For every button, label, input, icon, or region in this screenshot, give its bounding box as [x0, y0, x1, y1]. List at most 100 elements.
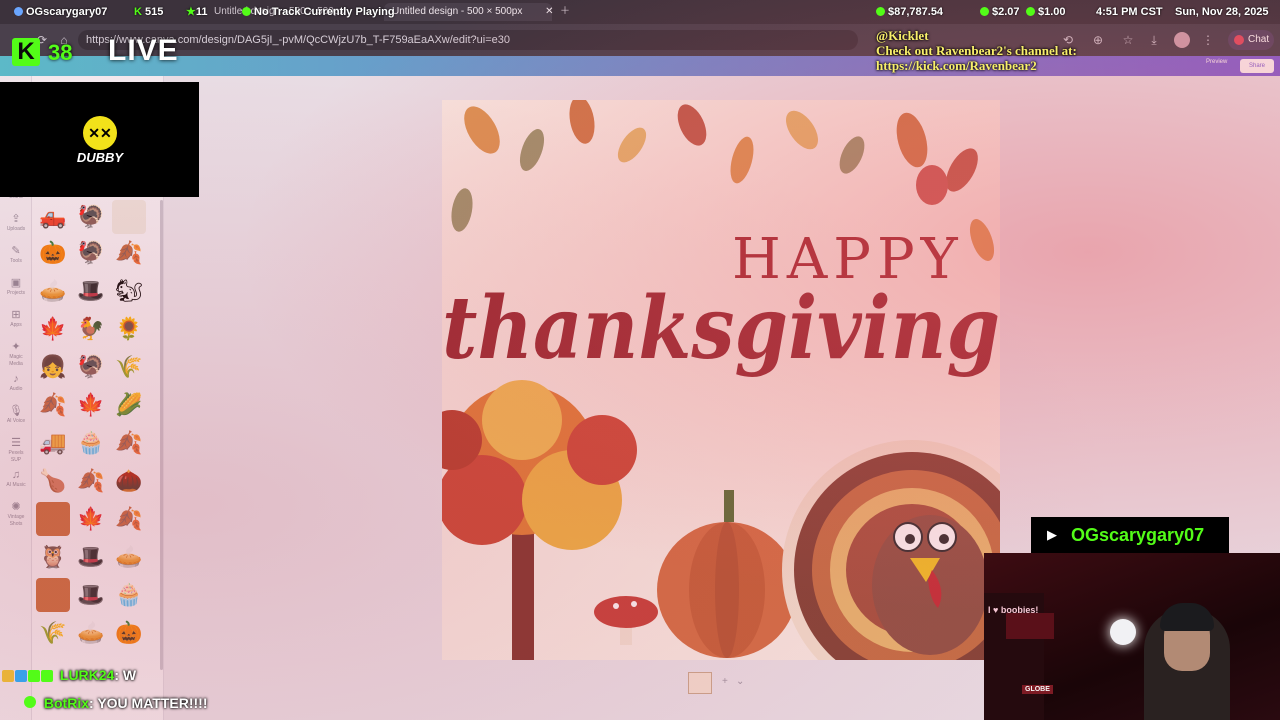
chat-icon [1234, 35, 1244, 45]
leaf-frame-element[interactable]: 🍂 [112, 502, 146, 536]
sidebar-icon: ♪ [13, 373, 19, 385]
sunflower-element[interactable]: 🌻 [112, 312, 146, 346]
sidebar-item-label: Magic Media [9, 354, 23, 367]
hat-2-element[interactable]: 🎩 [74, 578, 108, 612]
chat-overlay: LURK24: W BotRix: YOU MATTER!!!! [2, 664, 362, 718]
share-button[interactable]: Share [1240, 59, 1274, 73]
panel-scrollbar[interactable] [160, 200, 163, 670]
thanksgiving-design[interactable]: HAPPY thanksgiving [442, 100, 1000, 660]
wheat-2-element[interactable]: 🌾 [36, 616, 70, 650]
kicklet-line-2: Check out Ravenbear2's channel at: [876, 43, 1077, 58]
cupcake-2-element[interactable]: 🧁 [112, 578, 146, 612]
chat-button-label: Chat [1248, 34, 1270, 45]
badge-icon [41, 670, 53, 682]
now-playing-text: No Track Currently Playing [254, 6, 395, 18]
pie-element[interactable]: 🥧 [112, 540, 146, 574]
orange-block-2-element[interactable] [36, 578, 70, 612]
brown-turkey-element[interactable]: 🦃 [74, 350, 108, 384]
pie-2-element[interactable]: 🥧 [74, 616, 108, 650]
chat-text: W [122, 667, 137, 683]
followers-stat: K 515 [134, 4, 163, 20]
harvest-element[interactable]: 🌽 [112, 388, 146, 422]
sidebar-icon: ✺ [11, 501, 21, 513]
date-stat: Sun, Nov 28, 2025 [1175, 4, 1269, 20]
leaf-garland-element[interactable]: 🍂 [36, 388, 70, 422]
sidebar-item-label: Pexels SUP [8, 450, 24, 463]
plus-icon[interactable]: + [722, 676, 728, 687]
sidebar-item-magic-media[interactable]: ✦ Magic Media [6, 340, 26, 367]
hat-element[interactable]: 🎩 [74, 540, 108, 574]
kick-logo: K [12, 38, 40, 66]
wreath-element[interactable]: 🍂 [112, 426, 146, 460]
kicklet-alert: @Kicklet Check out Ravenbear2's channel … [876, 28, 1162, 78]
orange-truck-element[interactable]: 🚚 [36, 426, 70, 460]
maple-leaf-element[interactable]: 🍁 [74, 502, 108, 536]
webcam-feed: I ♥ boobies! GLOBE [984, 553, 1280, 720]
truck-element[interactable]: 🛻 [36, 200, 70, 234]
clock-stat: 4:51 PM CST [1096, 4, 1163, 20]
more-menu-icon[interactable]: ⋮ [1200, 32, 1216, 48]
pilgrim-hat-element[interactable]: 🎩 [74, 274, 108, 308]
money-2: $2.07 [992, 6, 1020, 18]
sidebar-item-tools[interactable]: ✎ Tools [6, 244, 26, 270]
sidebar-item-vintage-shots[interactable]: ✺ Vintage Shots [6, 500, 26, 527]
turkey-element[interactable]: 🦃 [74, 200, 108, 234]
chat-message: BotRix: YOU MATTER!!!! [2, 692, 208, 714]
design-artwork: HAPPY thanksgiving [442, 100, 1000, 660]
profile-avatar[interactable] [1174, 32, 1190, 48]
sidebar-item-pexels-sup[interactable]: ☰ Pexels SUP [6, 436, 26, 463]
leaves-pile-element[interactable]: 🍂 [74, 464, 108, 498]
cam-shirt-text: GLOBE [1022, 685, 1053, 694]
white-turkey-element[interactable]: 🐓 [74, 312, 108, 346]
money-2-stat: $2.07 [980, 4, 1020, 20]
dollar-icon [980, 7, 989, 16]
acorn-element[interactable]: 🌰 [112, 464, 146, 498]
live-label: LIVE [108, 34, 179, 67]
pumpkins-element[interactable]: 🎃 [36, 236, 70, 270]
badge-icon [2, 670, 14, 682]
dubby-label: DUBBY [76, 150, 124, 165]
chat-text: YOU MATTER!!!! [97, 695, 208, 711]
leaf-square-element[interactable]: 🍁 [74, 388, 108, 422]
sidebar-item-ai-voice[interactable]: 🎙 AI Voice [6, 404, 26, 430]
money-total: $87,787.54 [888, 6, 944, 18]
sidebar-item-audio[interactable]: ♪ Audio [6, 372, 26, 398]
sidebar-item-label: Tools [10, 258, 22, 264]
roast-turkey-element[interactable]: 🍗 [36, 464, 70, 498]
sidebar-item-apps[interactable]: ⊞ Apps [6, 308, 26, 334]
kicklet-line-1: @Kicklet [876, 28, 929, 43]
streamer-name-badge: ▶ OGscarygary07 [1031, 517, 1229, 553]
sidebar-item-ai-music[interactable]: ♫ AI Music [6, 468, 26, 494]
channel-icon [14, 7, 23, 16]
sidebar-item-label: Audio [9, 386, 23, 392]
leaf-branch-element[interactable]: 🍂 [112, 236, 146, 270]
chat-button[interactable]: Chat [1228, 30, 1274, 50]
pilgrim-girl-element[interactable]: 👧 [36, 350, 70, 384]
turkey [782, 440, 1000, 660]
maple-leaf-outline-element[interactable]: 🍁 [36, 312, 70, 346]
kicklet-line-3: https://kick.com/Ravenbear2 [876, 58, 1037, 73]
wheat-element[interactable]: 🌾 [112, 350, 146, 384]
preview-button[interactable]: Preview [1206, 59, 1227, 65]
pie-slice-element[interactable]: 🥧 [36, 274, 70, 308]
gem-icon [1026, 7, 1035, 16]
chat-username: LURK24 [59, 667, 115, 683]
cupcake-element[interactable]: 🧁 [74, 426, 108, 460]
money-3-stat: $1.00 [1026, 4, 1066, 20]
blank-element[interactable] [112, 200, 146, 234]
sidebar-item-uploads[interactable]: ⇪ Uploads [6, 212, 26, 238]
clock-time: 4:51 PM CST [1096, 6, 1163, 18]
owl-element[interactable]: 🦉 [36, 540, 70, 574]
chevron-icon[interactable]: ⌄ [736, 676, 744, 687]
squirrel-element[interactable]: 🐿 [112, 274, 146, 308]
sidebar-item-projects[interactable]: ▣ Projects [6, 276, 26, 302]
url-input[interactable]: https://www.canva.com/design/DAG5jI_-pvM… [78, 30, 858, 50]
page-thumbnail[interactable] [688, 672, 712, 694]
page-navigator[interactable]: + ⌄ [686, 670, 756, 696]
music-icon [242, 7, 251, 16]
pumpkin-element[interactable]: 🎃 [112, 616, 146, 650]
pilgrim-turkey-element[interactable]: 🦃 [74, 236, 108, 270]
screen: Untitled design - 500 × 500px Untitled d… [0, 0, 1280, 720]
orange-block-element[interactable] [36, 502, 70, 536]
sidebar-icon: ⊞ [11, 309, 21, 321]
